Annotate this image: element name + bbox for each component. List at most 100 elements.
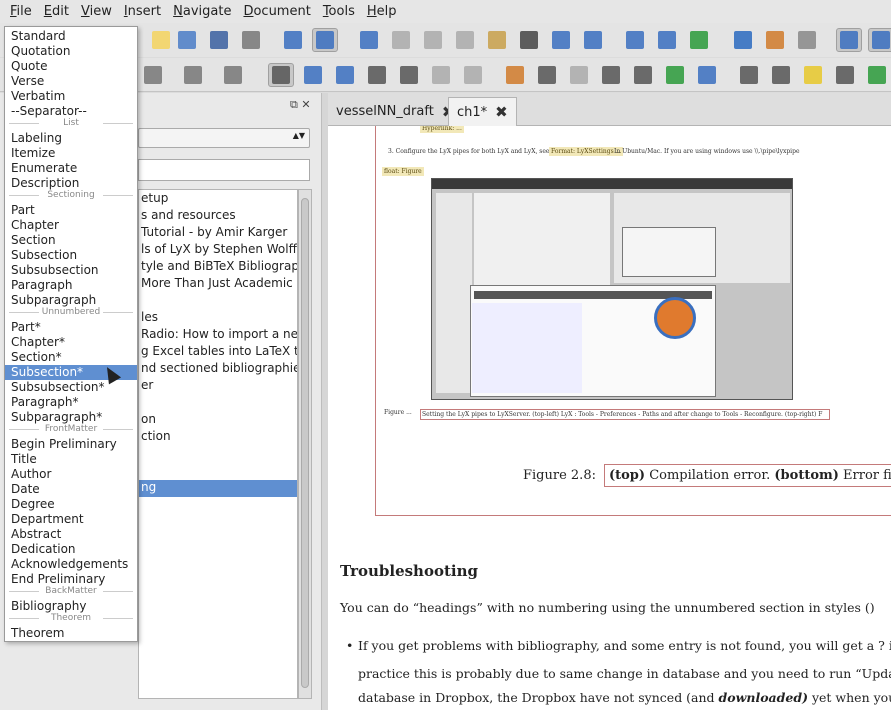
layout-option[interactable]: Itemize [5, 146, 137, 161]
insert-hyperlink-button[interactable] [694, 63, 720, 87]
outline-item[interactable]: Radio: How to import a new ... [139, 327, 297, 344]
standard-layout-button[interactable] [268, 63, 294, 87]
insert-reference-button[interactable] [598, 63, 624, 87]
layout-option[interactable]: Acknowledgements [5, 557, 137, 572]
change-tracking-button[interactable] [686, 28, 712, 52]
text-style-dropdown-button[interactable] [180, 63, 206, 87]
outline-item[interactable] [139, 463, 141, 480]
outline-item[interactable]: ls of LyX by Stephen Wolff [139, 242, 297, 259]
layout-option[interactable]: Section [5, 233, 137, 248]
layout-option[interactable]: Dedication [5, 542, 137, 557]
layout-option[interactable]: Begin Preliminary [5, 437, 137, 452]
outline-item[interactable]: g Excel tables into LaTeX ta... [139, 344, 297, 361]
layout-option[interactable]: Subsubsection* [5, 380, 137, 395]
document-workarea[interactable]: Hyperlink: ... 3. Configure the LyX pipe… [328, 126, 891, 710]
outline-type-select[interactable]: ▲▼ [138, 128, 310, 148]
close-panel-icon[interactable]: ✕ [301, 98, 310, 111]
menu-document[interactable]: Document [237, 4, 316, 19]
insert-table-float-button[interactable] [534, 63, 560, 87]
outline-item[interactable] [139, 446, 141, 463]
body-paragraph[interactable]: You can do “headings” with no numbering … [340, 600, 875, 615]
layout-option[interactable]: Verse [5, 74, 137, 89]
outline-scrollbar[interactable] [298, 189, 312, 699]
outline-filter-input[interactable] [138, 159, 310, 181]
layout-option[interactable]: Paragraph [5, 278, 137, 293]
description-button[interactable] [364, 63, 390, 87]
scrollbar-thumb[interactable] [301, 198, 309, 688]
tab-ch1[interactable]: ch1* ✖ [448, 97, 517, 126]
insert-label-button[interactable] [566, 63, 592, 87]
view-dvi-button[interactable] [768, 63, 794, 87]
depth-decrease-button[interactable] [396, 63, 422, 87]
float-label[interactable]: float: Figure [382, 167, 424, 176]
print-button[interactable] [238, 28, 264, 52]
layout-option[interactable]: Labeling [5, 131, 137, 146]
close-tab-icon[interactable]: ✖ [495, 103, 508, 121]
outline-item[interactable]: tyle and BiBTeX Bibliograph [139, 259, 297, 276]
spellcheck-button[interactable] [280, 28, 306, 52]
insert-graphics-button[interactable] [762, 28, 788, 52]
layout-option[interactable]: Verbatim [5, 89, 137, 104]
hyperlink-inset[interactable]: Hyperlink: ... [420, 126, 464, 133]
enumerate-button[interactable] [300, 63, 326, 87]
layout-option[interactable]: Abstract [5, 527, 137, 542]
section-heading[interactable]: Troubleshooting [340, 562, 478, 580]
layout-option[interactable]: Subparagraph* [5, 410, 137, 425]
outline-button[interactable] [140, 63, 166, 87]
sigma-button[interactable] [868, 28, 891, 52]
note-button[interactable] [800, 63, 826, 87]
menu-navigate[interactable]: Navigate [167, 4, 237, 19]
outline-item[interactable]: nd sectioned bibliographies [139, 361, 297, 378]
layout-option[interactable]: Description [5, 176, 137, 191]
insert-table-button[interactable] [794, 28, 820, 52]
outline-item[interactable] [139, 395, 141, 412]
indent-button[interactable] [460, 63, 486, 87]
text-style-button[interactable] [654, 28, 680, 52]
layout-option[interactable]: Chapter* [5, 335, 137, 350]
caption-inset[interactable]: (top) Compilation error. (bottom) Error … [603, 464, 891, 487]
outline-item[interactable]: ction [139, 429, 171, 446]
outline-item[interactable]: Tutorial - by Amir Karger [139, 225, 287, 242]
copy-button[interactable] [452, 28, 478, 52]
new-document-button[interactable] [148, 28, 174, 52]
layout-option[interactable]: Subsubsection [5, 263, 137, 278]
outline-item[interactable]: s and resources [139, 208, 236, 225]
world-button[interactable] [864, 63, 890, 87]
layout-option[interactable]: Chapter [5, 218, 137, 233]
layout-option[interactable]: Subparagraph [5, 293, 137, 308]
bullet-line[interactable]: practice this is probably due to same ch… [358, 666, 891, 681]
menu-edit[interactable]: Edit [38, 4, 75, 19]
outline-item[interactable]: on [139, 412, 156, 429]
layout-option[interactable]: Title [5, 452, 137, 467]
insert-math-button[interactable] [730, 28, 756, 52]
view-pdf-button[interactable] [736, 63, 762, 87]
layout-option[interactable]: Author [5, 467, 137, 482]
open-document-button[interactable] [174, 28, 200, 52]
tab-vesselnn-draft[interactable]: vesselNN_draft ✖ [328, 97, 462, 126]
layout-option[interactable]: End Preliminary [5, 572, 137, 587]
depth-increase-button[interactable] [428, 63, 454, 87]
outline-item[interactable]: les [139, 310, 158, 327]
float-panel-icon[interactable]: ⧉ [290, 98, 298, 111]
layout-option[interactable]: Bibliography [5, 599, 137, 614]
zoom-button[interactable] [548, 28, 574, 52]
layout-option[interactable]: Part* [5, 320, 137, 335]
toc-button[interactable] [832, 63, 858, 87]
math-dropdown-button[interactable] [220, 63, 246, 87]
format-inset[interactable]: Format: LyXSettings ... [549, 147, 624, 156]
save-button[interactable] [206, 28, 232, 52]
auto-spellcheck-button[interactable] [312, 28, 338, 52]
outline-item[interactable]: ng [139, 480, 297, 497]
itemize-button[interactable] [332, 63, 358, 87]
navigate-back-button[interactable] [580, 28, 606, 52]
layout-option[interactable]: Subsection [5, 248, 137, 263]
menu-file[interactable]: File [4, 4, 38, 19]
layout-option[interactable]: Quotation [5, 44, 137, 59]
menu-help[interactable]: Help [361, 4, 403, 19]
undo-button[interactable] [356, 28, 382, 52]
find-button[interactable] [516, 28, 542, 52]
cut-button[interactable] [420, 28, 446, 52]
layout-option[interactable]: Part [5, 203, 137, 218]
embedded-screenshot[interactable] [431, 178, 793, 400]
layout-option[interactable]: Department [5, 512, 137, 527]
